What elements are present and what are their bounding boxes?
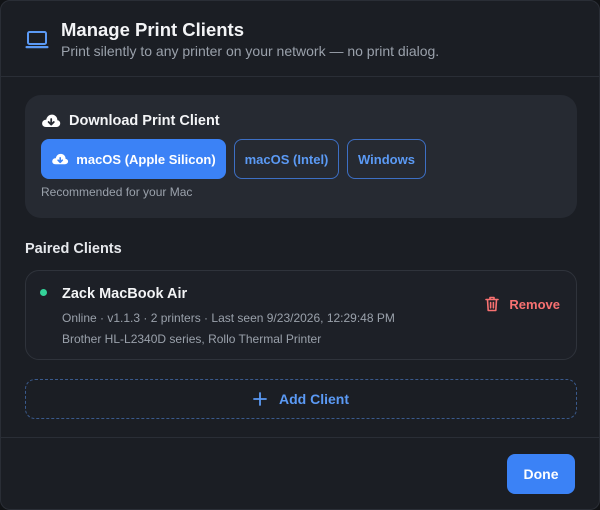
remove-label: Remove	[509, 296, 560, 312]
download-windows-button[interactable]: Windows	[347, 139, 426, 179]
add-client-label: Add Client	[279, 391, 349, 407]
plus-icon	[253, 392, 267, 406]
online-status-dot	[40, 289, 47, 296]
remove-client-button[interactable]: Remove	[485, 295, 560, 313]
done-button[interactable]: Done	[507, 454, 575, 494]
download-title: Download Print Client	[69, 113, 220, 129]
cloud-download-icon	[42, 114, 61, 127]
download-macos-apple-silicon-button[interactable]: macOS (Apple Silicon)	[41, 139, 226, 179]
button-label: macOS (Apple Silicon)	[76, 151, 216, 167]
dialog-title: Manage Print Clients	[61, 19, 244, 40]
client-name: Zack MacBook Air	[62, 286, 188, 302]
cloud-download-icon	[52, 153, 69, 165]
add-client-button[interactable]: Add Client	[25, 379, 577, 419]
download-client-card: Download Print Client macOS (Apple Silic…	[25, 95, 577, 218]
dialog-footer: Done	[1, 437, 599, 509]
dialog-subtitle: Print silently to any printer on your ne…	[61, 43, 440, 59]
paired-client-item: Zack MacBook Air Online · v1.1.3 · 2 pri…	[25, 270, 577, 360]
trash-icon	[485, 296, 500, 312]
client-meta: Online · v1.1.3 · 2 printers · Last seen…	[62, 311, 395, 325]
recommendation-hint: Recommended for your Mac	[41, 185, 193, 199]
laptop-icon	[25, 31, 49, 49]
paired-clients-heading: Paired Clients	[25, 241, 122, 257]
client-printers: Brother HL-L2340D series, Rollo Thermal …	[62, 332, 322, 346]
download-macos-intel-button[interactable]: macOS (Intel)	[234, 139, 339, 179]
download-header: Download Print Client	[41, 111, 220, 131]
manage-print-clients-dialog: Manage Print Clients Print silently to a…	[0, 0, 600, 510]
dialog-header: Manage Print Clients Print silently to a…	[1, 1, 599, 77]
